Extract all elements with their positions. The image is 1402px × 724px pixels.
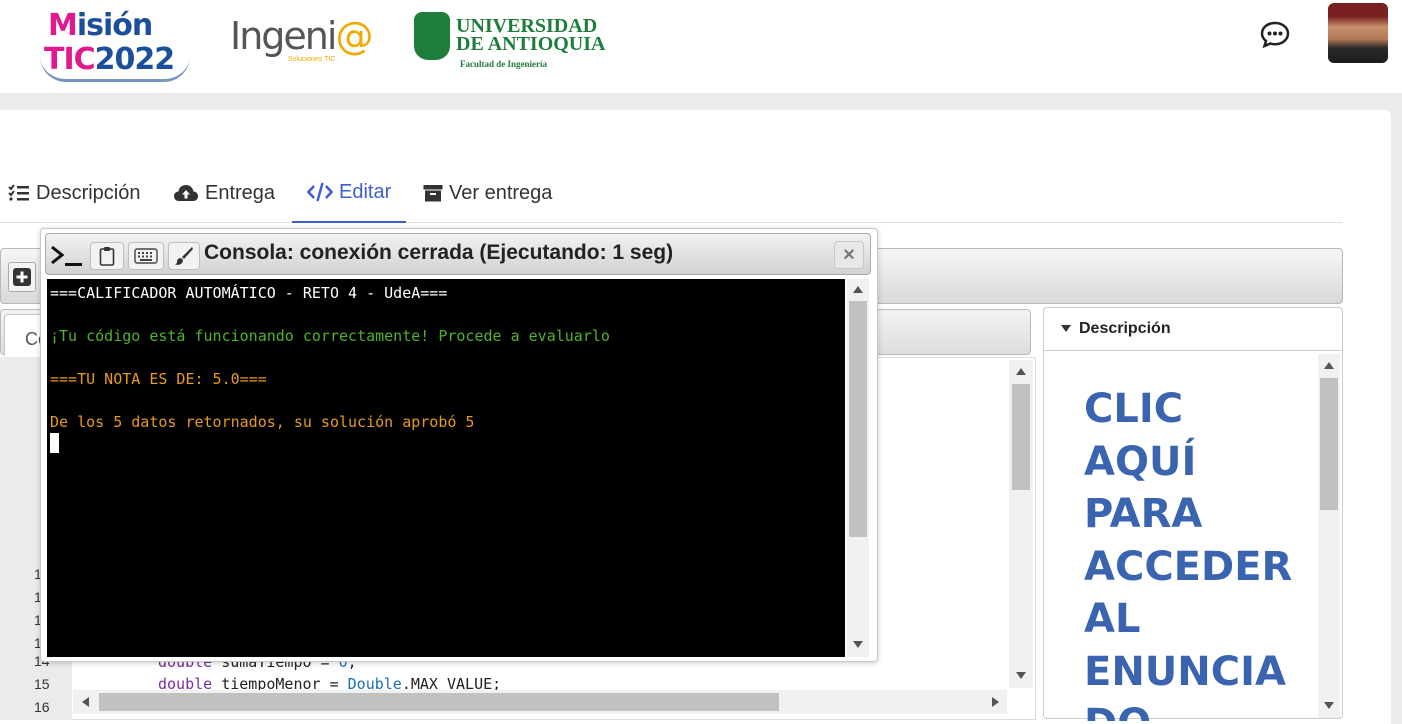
scroll-down-icon[interactable] [853, 641, 863, 648]
scroll-left-icon[interactable] [82, 697, 89, 707]
ingenia-logo[interactable]: Ingeni@ Soluciones TIC [230, 10, 380, 70]
tab-ver-entrega[interactable]: Ver entrega [423, 163, 552, 223]
link-text-line: DO [1084, 698, 1299, 721]
description-scrollbar[interactable] [1318, 354, 1340, 718]
logo-text: DE ANTIOQUIA [456, 33, 606, 55]
scroll-up-icon[interactable] [853, 286, 863, 293]
scrollbar-thumb[interactable] [1320, 378, 1338, 510]
scrollbar-thumb[interactable] [849, 301, 867, 537]
logo-arc [40, 56, 190, 82]
mision-tic-logo[interactable]: Misión TIC2022 [40, 6, 190, 82]
logo-text: M [48, 8, 78, 43]
tab-label: Ver entrega [449, 181, 553, 204]
scroll-down-icon[interactable] [1016, 672, 1026, 679]
close-icon: × [843, 243, 855, 266]
copy-clipboard-button[interactable] [90, 242, 124, 270]
console-title: Consola: conexión cerrada (Ejecutando: 1… [204, 241, 674, 264]
messages-icon[interactable] [1260, 20, 1290, 49]
clear-console-button[interactable] [168, 242, 200, 270]
scroll-up-icon[interactable] [1016, 368, 1026, 375]
archive-box-icon [423, 185, 443, 202]
line-number: 15 [34, 676, 50, 692]
add-file-button[interactable] [8, 262, 36, 292]
plus-square-icon [13, 268, 31, 286]
scroll-right-icon[interactable] [992, 697, 999, 707]
link-text-line: CLIC [1084, 386, 1184, 432]
udea-logo[interactable]: UNIVERSIDAD DE ANTIOQUIA Facultad de Ing… [414, 12, 606, 74]
tab-label: Descripción [36, 181, 141, 204]
tab-label: Entrega [205, 181, 276, 204]
scroll-up-icon[interactable] [1324, 362, 1334, 369]
link-text-line: AQUÍ [1084, 438, 1197, 485]
console-line: ===TU NOTA ES DE: 5.0=== [50, 370, 267, 388]
console-line: ===CALIFICADOR AUTOMÁTICO - RETO 4 - Ude… [50, 284, 448, 302]
tab-entrega[interactable]: Entrega [173, 163, 275, 223]
link-text-line: ENUNCIA [1084, 648, 1286, 695]
tab-descripcion[interactable]: Descripción [8, 163, 140, 223]
logo-text: isión [76, 8, 153, 43]
cloud-upload-icon [174, 185, 198, 201]
clipboard-icon [99, 247, 115, 266]
link-text-line: ACCEDER [1084, 543, 1293, 590]
caret-down-icon [1061, 325, 1071, 332]
console-scrollbar[interactable] [847, 279, 869, 657]
editor-horizontal-scrollbar[interactable] [73, 690, 1007, 714]
terminal-prompt-icon [50, 242, 84, 270]
line-number: 16 [34, 699, 50, 715]
console-line: De los 5 datos retornados, su solución a… [50, 413, 475, 431]
activity-tabs: Descripción Entrega Editar Ver entrega [0, 163, 1342, 223]
tab-editar[interactable]: Editar [292, 163, 407, 223]
keyboard-icon [134, 248, 158, 264]
logo-subtitle: Facultad de Ingeniería [460, 59, 547, 69]
code-icon [307, 182, 333, 202]
description-panel-header[interactable]: Descripción [1043, 307, 1343, 351]
panel-title: Descripción [1079, 319, 1171, 337]
scrollbar-thumb[interactable] [1012, 384, 1030, 490]
link-text-line: PARA [1084, 491, 1203, 537]
statement-link[interactable]: CLIC AQUÍ PARA ACCEDER AL ENUNCIA DO [1084, 383, 1299, 721]
user-avatar[interactable] [1328, 3, 1388, 63]
top-header: Misión TIC2022 Ingeni@ Soluciones TIC UN… [0, 0, 1402, 93]
paintbrush-icon [175, 247, 193, 265]
close-console-button[interactable]: × [834, 241, 864, 269]
scroll-down-icon[interactable] [1324, 702, 1334, 709]
keyboard-button[interactable] [128, 242, 164, 270]
logo-text: @ [335, 14, 373, 58]
logo-text: Ingeni [230, 14, 337, 58]
link-text-line: AL [1084, 596, 1141, 642]
tab-label: Editar [339, 180, 392, 203]
console-cursor [50, 433, 59, 453]
logo-subtitle: Soluciones TIC [288, 56, 336, 63]
udea-seal-icon [414, 12, 450, 60]
list-check-icon [8, 184, 29, 201]
editor-vertical-scrollbar[interactable] [1009, 360, 1033, 688]
scrollbar-thumb[interactable] [99, 693, 779, 711]
console-line: ¡Tu código está funcionando correctament… [50, 327, 610, 345]
